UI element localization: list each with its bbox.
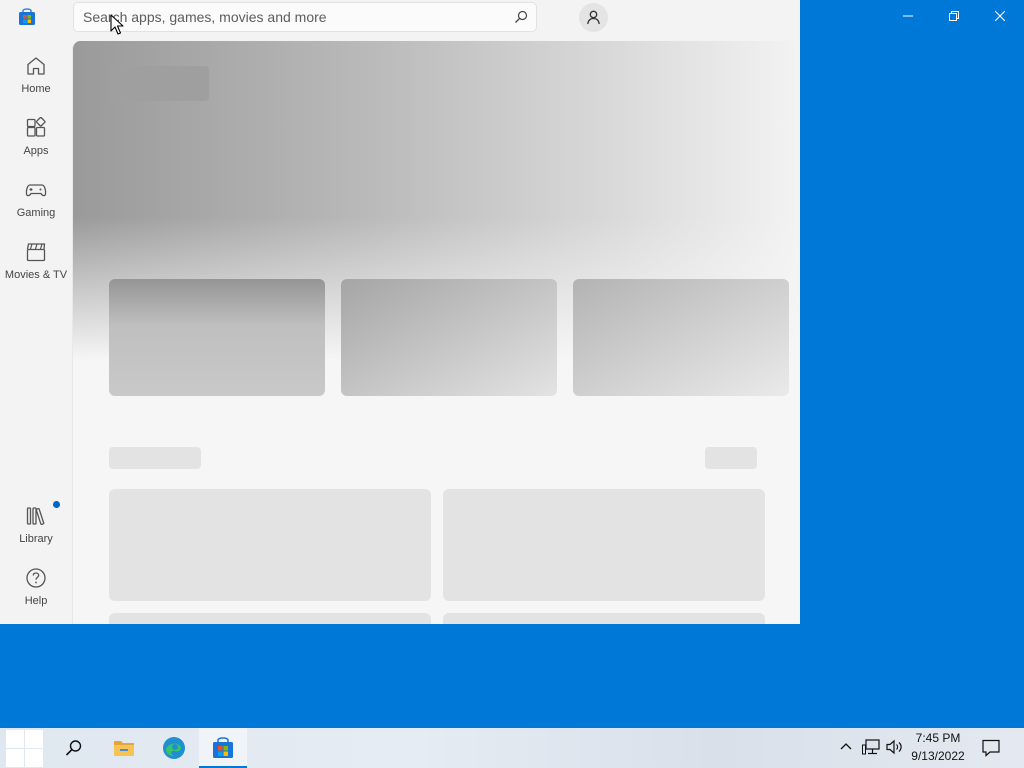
close-button[interactable] bbox=[978, 0, 1024, 32]
hero-card-placeholder[interactable] bbox=[341, 279, 557, 396]
movies-icon bbox=[26, 243, 46, 262]
search-input[interactable] bbox=[83, 3, 503, 31]
taskbar-edge[interactable] bbox=[150, 728, 198, 768]
network-icon[interactable] bbox=[862, 739, 880, 755]
nav-item-movies-tv[interactable]: Movies & TV bbox=[0, 241, 72, 297]
file-explorer-icon bbox=[114, 741, 134, 756]
microsoft-store-window: Home Apps Gaming Movies & TV bbox=[0, 0, 800, 624]
store-logo-icon bbox=[19, 8, 35, 25]
clock-time[interactable]: 7:45 PM bbox=[905, 731, 971, 745]
section-title-placeholder bbox=[109, 447, 201, 469]
nav-label: Home bbox=[21, 83, 51, 95]
search-box[interactable] bbox=[73, 2, 537, 32]
start-icon bbox=[6, 730, 43, 767]
account-avatar[interactable] bbox=[579, 3, 608, 32]
library-icon bbox=[26, 507, 45, 526]
taskbar-search-button[interactable] bbox=[50, 728, 98, 768]
apps-icon bbox=[26, 117, 46, 137]
hero-card-placeholder[interactable] bbox=[573, 279, 789, 396]
restore-icon bbox=[949, 11, 959, 21]
grid-card-placeholder[interactable] bbox=[443, 613, 765, 624]
help-icon bbox=[26, 568, 46, 588]
edge-icon bbox=[163, 737, 185, 759]
mouse-cursor-icon bbox=[110, 14, 124, 35]
minimize-icon bbox=[903, 15, 913, 17]
hero-card-placeholder[interactable] bbox=[109, 279, 325, 396]
notifications-icon[interactable] bbox=[982, 739, 1000, 757]
nav-label: Gaming bbox=[16, 207, 56, 219]
start-button[interactable] bbox=[0, 728, 48, 768]
nav-label: Help bbox=[24, 595, 48, 607]
taskbar-microsoft-store[interactable] bbox=[199, 728, 247, 768]
grid-card-placeholder[interactable] bbox=[109, 489, 431, 601]
main-content bbox=[72, 41, 800, 624]
restore-button[interactable] bbox=[932, 0, 978, 32]
nav-label: Apps bbox=[23, 145, 49, 157]
nav-item-library[interactable]: Library bbox=[0, 505, 72, 561]
see-all-placeholder[interactable] bbox=[705, 447, 757, 469]
taskbar: 7:45 PM 9/13/2022 bbox=[0, 728, 1024, 768]
grid-card-placeholder[interactable] bbox=[443, 489, 765, 601]
nav-label: Movies & TV bbox=[4, 269, 68, 281]
close-icon bbox=[995, 11, 1005, 21]
volume-icon[interactable] bbox=[886, 739, 904, 755]
microsoft-store-icon bbox=[213, 737, 233, 758]
chevron-up-icon[interactable] bbox=[840, 742, 852, 750]
search-icon[interactable] bbox=[514, 10, 528, 24]
nav-label: Library bbox=[19, 533, 53, 545]
nav-item-gaming[interactable]: Gaming bbox=[0, 179, 72, 235]
minimize-button[interactable] bbox=[886, 0, 932, 32]
nav-item-help[interactable]: Help bbox=[0, 567, 72, 623]
home-icon bbox=[27, 57, 45, 75]
nav-item-apps[interactable]: Apps bbox=[0, 117, 72, 173]
search-icon bbox=[65, 740, 82, 756]
grid-card-placeholder[interactable] bbox=[109, 613, 431, 624]
person-icon bbox=[587, 10, 600, 25]
clock-date[interactable]: 9/13/2022 bbox=[905, 749, 971, 763]
gaming-icon bbox=[25, 184, 47, 197]
taskbar-file-explorer[interactable] bbox=[100, 728, 148, 768]
nav-item-home[interactable]: Home bbox=[0, 55, 72, 111]
library-update-badge bbox=[53, 501, 60, 508]
hero-title-placeholder bbox=[109, 66, 209, 101]
